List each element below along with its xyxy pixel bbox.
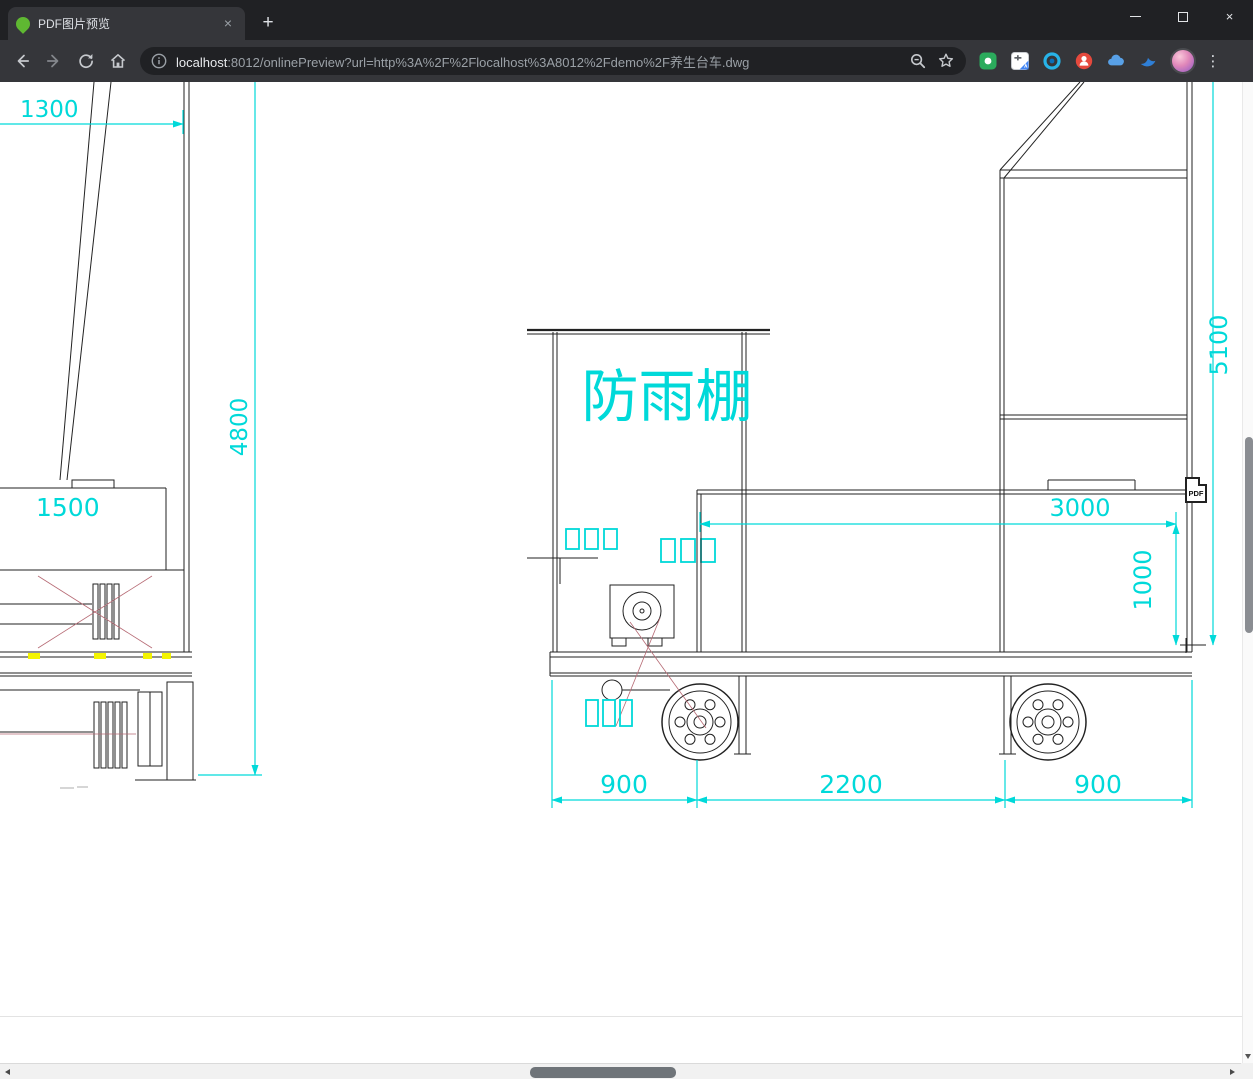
- bookmark-star-icon[interactable]: [936, 51, 956, 71]
- reload-button[interactable]: [72, 47, 100, 75]
- shelter-label: 防雨棚: [582, 364, 753, 430]
- extension-icon-red-person[interactable]: [1074, 51, 1094, 71]
- page-info-icon[interactable]: [150, 52, 168, 70]
- window-controls: ×: [1112, 0, 1253, 33]
- scroll-right-arrow-icon[interactable]: [1230, 1068, 1235, 1075]
- pdf-badge-label: PDF: [1188, 489, 1204, 498]
- url-path: :8012/onlinePreview?url=http%3A%2F%2Floc…: [227, 54, 750, 70]
- vertical-scrollbar[interactable]: [1242, 82, 1253, 1063]
- zoom-icon[interactable]: [908, 51, 928, 71]
- browser-menu-icon[interactable]: ⋮: [1200, 52, 1226, 70]
- dim-top-width: 1300: [20, 97, 79, 123]
- wheel-right: [1009, 683, 1087, 761]
- dim-axle-left: 900: [600, 770, 648, 799]
- horizontal-scrollbar[interactable]: [0, 1063, 1241, 1079]
- horizontal-scrollbar-thumb[interactable]: [530, 1066, 676, 1078]
- pdf-file-icon[interactable]: PDF: [1185, 477, 1207, 503]
- cyan-panel-markers: [565, 528, 716, 727]
- extension-icon-blue-ring[interactable]: [1042, 51, 1062, 71]
- home-icon: [110, 54, 126, 68]
- left-view-centerlines: [0, 575, 153, 735]
- cloud-extension-icon[interactable]: [1106, 51, 1126, 71]
- browser-toolbar: localhost:8012/onlinePreview?url=http%3A…: [0, 40, 1253, 82]
- profile-avatar[interactable]: [1170, 48, 1196, 74]
- wheel-left: [661, 683, 739, 761]
- dim-deck-height: 1000: [1129, 549, 1157, 610]
- dim-axle-center: 2200: [819, 770, 883, 799]
- dim-overall-height: 5100: [1205, 314, 1233, 375]
- vertical-scrollbar-thumb[interactable]: [1244, 437, 1253, 633]
- dim-mast-height: 4800: [227, 398, 253, 457]
- home-button[interactable]: [104, 47, 132, 75]
- close-button[interactable]: ×: [1206, 0, 1253, 33]
- forward-button[interactable]: [40, 47, 68, 75]
- translate-extension-icon[interactable]: [1010, 51, 1030, 71]
- page-bottom-edge: [0, 1016, 1253, 1017]
- back-icon: [17, 54, 30, 68]
- browser-tab[interactable]: PDF图片预览 ×: [8, 7, 245, 40]
- scroll-left-arrow-icon[interactable]: [5, 1068, 10, 1075]
- url-bar[interactable]: localhost:8012/onlinePreview?url=http%3A…: [140, 47, 966, 75]
- tab-title: PDF图片预览: [38, 17, 111, 31]
- scrollbar-corner: [1241, 1063, 1253, 1079]
- tab-close-icon[interactable]: ×: [219, 15, 237, 33]
- cad-drawing: 1300 4800 1500 防雨棚 5100 3000 1000 900 22…: [0, 82, 1233, 808]
- left-elevation-view: [0, 82, 196, 789]
- url-text: localhost:8012/onlinePreview?url=http%3A…: [176, 52, 900, 71]
- reload-icon: [79, 54, 93, 68]
- maximize-icon: [1177, 11, 1188, 22]
- scroll-down-arrow-icon[interactable]: [1245, 1054, 1251, 1059]
- extensions-row: [978, 51, 1158, 71]
- back-button[interactable]: [8, 47, 36, 75]
- spring-leaf-favicon: [13, 13, 33, 34]
- dim-axle-right: 900: [1074, 770, 1122, 799]
- dwg-preview-page: 1300 4800 1500 防雨棚 5100 3000 1000 900 22…: [0, 82, 1253, 1063]
- browser-titlebar: PDF图片预览 × + ×: [0, 0, 1253, 40]
- dimension-lines: [0, 82, 1217, 808]
- left-view-weld-marks: [28, 653, 171, 659]
- forward-icon: [46, 54, 59, 68]
- minimize-icon: [1130, 16, 1141, 17]
- dim-left-width: 1500: [36, 493, 100, 522]
- maximize-button[interactable]: [1159, 0, 1206, 33]
- extension-icon-blue-bird[interactable]: [1138, 51, 1158, 71]
- minimize-button[interactable]: [1112, 0, 1159, 33]
- dim-deck-length: 3000: [1049, 494, 1110, 522]
- extension-icon-green[interactable]: [978, 51, 998, 71]
- url-host: localhost: [176, 54, 228, 70]
- new-tab-button[interactable]: +: [254, 9, 282, 37]
